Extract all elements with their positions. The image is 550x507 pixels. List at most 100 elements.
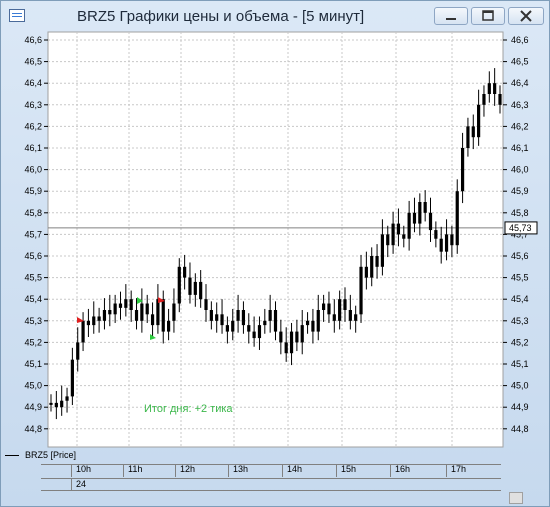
x-tick-label: 10h xyxy=(71,464,123,477)
candle-body xyxy=(225,325,229,332)
y-tick-label: 46,3 xyxy=(511,100,529,110)
y-tick-label: 45,1 xyxy=(511,359,529,369)
candle-body xyxy=(322,303,326,310)
candle-body xyxy=(81,320,85,343)
x-tick-label: 16h xyxy=(390,464,446,477)
candle-body xyxy=(279,331,283,343)
candle-body xyxy=(231,320,235,332)
candle-body xyxy=(204,299,208,310)
y-tick-label: 45,1 xyxy=(24,359,42,369)
candle-body xyxy=(113,303,117,315)
y-tick-label: 45,2 xyxy=(511,337,529,347)
candle-body xyxy=(450,234,454,246)
candle-body xyxy=(129,299,133,310)
y-tick-label: 46,3 xyxy=(24,100,42,110)
y-tick-label: 45,0 xyxy=(511,381,529,391)
y-tick-label: 45,8 xyxy=(24,208,42,218)
x-tick-label: 11h xyxy=(123,464,175,477)
candle-body xyxy=(215,314,219,321)
legend: BRZ5 [Price] xyxy=(5,450,77,460)
candle-body xyxy=(289,331,294,354)
candle-body xyxy=(76,342,80,360)
y-tick-label: 46,4 xyxy=(511,78,529,88)
candle-body xyxy=(482,94,486,105)
x-tick-label: 17h xyxy=(446,464,495,477)
candle-body xyxy=(498,94,502,105)
candle-body xyxy=(183,266,187,278)
candle-body xyxy=(364,266,368,278)
y-tick-label: 45,5 xyxy=(24,273,42,283)
candle-body xyxy=(273,310,278,332)
candle-body xyxy=(268,310,272,321)
candle-body xyxy=(370,256,374,278)
candle-body xyxy=(338,299,342,321)
y-tick-label: 46,6 xyxy=(511,35,529,45)
candle-body xyxy=(386,234,390,246)
candle-body xyxy=(402,234,406,239)
candle-body xyxy=(145,303,149,315)
candle-body xyxy=(199,281,203,300)
day-row: 24 xyxy=(41,478,501,491)
candle-body xyxy=(124,299,128,308)
candle-body xyxy=(241,310,246,326)
candle-body xyxy=(60,400,64,408)
price-chart[interactable]: 44,8 44,9 45,0 45,1 45,2 45,3 45,4 45,5 45,6 45,7… xyxy=(1,1,549,506)
y-tick-label: 45,2 xyxy=(24,337,42,347)
candle-body xyxy=(396,223,401,235)
candle-body xyxy=(493,83,497,94)
candle-body xyxy=(209,310,213,321)
legend-line xyxy=(5,455,19,456)
candle-body xyxy=(460,148,465,192)
y-tick-label: 46,5 xyxy=(24,57,42,67)
candle-body xyxy=(423,202,427,213)
y-tick-label: 46,1 xyxy=(511,143,529,153)
candle-body xyxy=(284,342,288,354)
candle-body xyxy=(348,310,352,321)
candle-body xyxy=(65,396,69,401)
y-tick-label: 44,8 xyxy=(24,424,42,434)
candle-body xyxy=(343,299,347,310)
y-tick-label: 46,0 xyxy=(24,165,42,175)
candle-body xyxy=(332,314,336,321)
candle-body xyxy=(70,359,74,397)
y-tick-label: 46,0 xyxy=(511,165,529,175)
candle-body xyxy=(156,299,160,326)
candle-body xyxy=(252,331,256,339)
candle-body xyxy=(327,303,331,315)
horizontal-scrollbar[interactable] xyxy=(509,492,523,504)
candle-body xyxy=(434,230,438,239)
y-tick-label: 44,8 xyxy=(511,424,529,434)
candle-body xyxy=(102,310,107,321)
y-tick-label: 45,6 xyxy=(511,251,529,261)
legend-label: BRZ5 [Price] xyxy=(25,450,77,460)
candle-body xyxy=(418,202,422,224)
day-result-note: Итог дня: +2 тика xyxy=(144,403,233,415)
candle-body xyxy=(86,320,91,326)
chart-window: BRZ5 Графики цены и объема - [5 минут] 4… xyxy=(0,0,550,507)
x-tick-label: 13h xyxy=(228,464,282,477)
candle-body xyxy=(359,266,363,315)
candle-body xyxy=(316,310,320,332)
candle-body xyxy=(140,303,144,321)
candle-body xyxy=(391,223,395,246)
y-tick-label: 45,3 xyxy=(24,316,42,326)
candle-body xyxy=(193,281,197,295)
y-tick-label: 45,4 xyxy=(24,294,42,304)
candle-body xyxy=(455,191,459,246)
candle-body xyxy=(375,256,379,267)
candle-body xyxy=(92,316,96,326)
candle-body xyxy=(257,325,262,339)
candle-body xyxy=(311,320,315,332)
candle-body xyxy=(220,314,224,326)
candle-body xyxy=(108,310,112,315)
candle-body xyxy=(487,83,491,94)
y-tick-label: 45,5 xyxy=(511,273,529,283)
candle-body xyxy=(188,277,192,295)
candle-body xyxy=(49,402,53,405)
candle-body xyxy=(295,331,299,343)
candle-body xyxy=(177,266,181,304)
candle-body xyxy=(477,104,481,138)
candle-body xyxy=(439,238,443,252)
candle-body xyxy=(150,314,155,326)
y-tick-label: 45,0 xyxy=(24,381,42,391)
